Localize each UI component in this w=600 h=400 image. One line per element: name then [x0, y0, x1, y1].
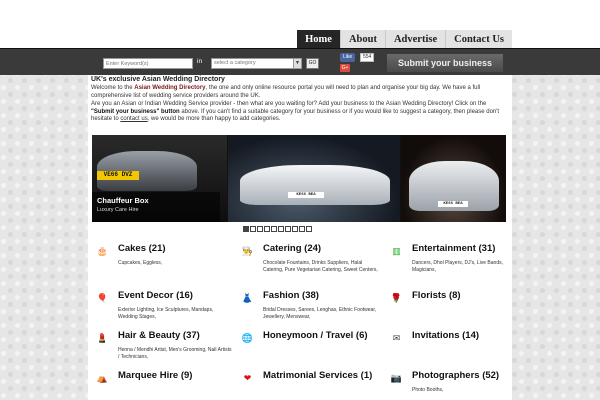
main-nav: Home About Advertise Contact Us [297, 30, 512, 49]
slide-caption-subtitle: Luxury Care Hire [97, 207, 139, 213]
slide-image-right: KE66 BEA [401, 135, 506, 222]
slide-caption-title: Chauffeur Box [97, 196, 149, 205]
marquee-icon: ⛺ [96, 373, 109, 383]
slider-dot[interactable] [292, 226, 298, 232]
facebook-like-count: 554 [360, 53, 375, 62]
subcategory-list[interactable]: Cupcakes, Eggless, [118, 260, 233, 267]
category-link[interactable]: Marquee Hire (9) [118, 370, 243, 382]
license-plate-right: KE66 BEA [438, 201, 468, 207]
slide-image-middle: KE66 BEA [228, 135, 400, 222]
go-button[interactable]: GO [306, 58, 319, 69]
nav-bar-row: Home About Advertise Contact Us [0, 0, 600, 49]
slide-caption: Chauffeur Box Luxury Care Hire [92, 192, 220, 222]
nav-home[interactable]: Home [297, 30, 340, 49]
category-link[interactable]: Fashion (38) [263, 290, 388, 302]
subcategory-list[interactable]: Bridal Dresses, Sarees, Lenghas, Ethnic … [263, 307, 378, 321]
nav-advertise[interactable]: Advertise [384, 30, 446, 49]
category-link[interactable]: Honeymoon / Travel (6) [263, 330, 388, 342]
featured-slider[interactable]: VE66 DVZ KE66 BEA KE66 BEA Chauffeur Box… [92, 135, 506, 222]
page-title: UK's exclusive Asian Wedding Directory [91, 76, 225, 83]
main-content: UK's exclusive Asian Wedding Directory W… [88, 75, 512, 400]
envelope-icon: ✉ [392, 333, 401, 343]
license-plate-middle: KE66 BEA [288, 192, 324, 198]
dress-icon: 👗 [241, 293, 254, 303]
slider-dot[interactable] [250, 226, 256, 232]
subcategory-list[interactable]: Exterior Lighting, Ice Sculptures, Manda… [118, 307, 233, 321]
category-link[interactable]: Catering (24) [263, 243, 388, 255]
contact-us-link[interactable]: contact us [120, 116, 147, 122]
camera-icon: 📷 [390, 373, 403, 383]
facebook-like-button[interactable]: Like [340, 53, 356, 62]
slider-dot[interactable] [299, 226, 305, 232]
slider-dot[interactable] [264, 226, 270, 232]
slider-dot[interactable] [257, 226, 263, 232]
license-plate-left: VE66 DVZ [97, 171, 139, 180]
search-toolbar: in select a category ▼ GO Like 554 G+ Su… [0, 48, 600, 75]
category-select-value: select a category [214, 60, 256, 66]
slider-dot[interactable] [278, 226, 284, 232]
slider-dot[interactable] [243, 226, 249, 232]
category-link[interactable]: Entertainment (31) [412, 243, 537, 255]
in-label: in [197, 58, 203, 65]
keyword-search-input[interactable] [103, 58, 193, 69]
directory-name-highlight: Asian Wedding Directory [134, 85, 206, 91]
facebook-like-label: Like [343, 54, 353, 60]
subcategory-list[interactable]: Photo Booths, [412, 387, 527, 394]
google-plus-button[interactable]: G+ [340, 64, 350, 72]
category-link[interactable]: Photographers (52) [412, 370, 537, 382]
nav-about[interactable]: About [339, 30, 385, 49]
chef-icon: 👨‍🍳 [241, 246, 254, 256]
category-link[interactable]: Invitations (14) [412, 330, 537, 342]
category-link[interactable]: Hair & Beauty (37) [118, 330, 243, 342]
category-link[interactable]: Cakes (21) [118, 243, 243, 255]
submit-business-button[interactable]: Submit your business [387, 54, 503, 72]
rose-icon: 🌹 [390, 293, 403, 303]
subcategory-list[interactable]: Henna / Mendhi Artist, Men's Grooming, N… [118, 347, 233, 361]
category-link[interactable]: Florists (8) [412, 290, 537, 302]
lipstick-icon: 💄 [96, 333, 109, 343]
slider-dot[interactable] [306, 226, 312, 232]
globe-icon: 🌐 [241, 333, 254, 343]
slider-dot[interactable] [285, 226, 291, 232]
car-shape [240, 165, 390, 205]
intro-paragraph-2: Are you an Asian or Indian Wedding Servi… [91, 101, 500, 123]
category-link[interactable]: Event Decor (16) [118, 290, 243, 302]
category-select[interactable]: select a category ▼ [211, 58, 302, 69]
nav-contact-us[interactable]: Contact Us [445, 30, 512, 49]
subcategory-list[interactable]: Chocolate Fountains, Drinks Suppliers, H… [263, 260, 378, 274]
category-link[interactable]: Matrimonial Services (1) [263, 370, 388, 382]
slider-pagination [243, 226, 312, 232]
heart-icon: ❤ [243, 373, 252, 383]
cake-icon: 🎂 [96, 246, 109, 256]
chevron-down-icon: ▼ [293, 59, 301, 68]
subcategory-list[interactable]: Dancers, Dhol Players, DJ's, Live Bands,… [412, 260, 527, 274]
slider-dot[interactable] [271, 226, 277, 232]
equalizer-icon: ▥ [392, 246, 401, 256]
intro-section: UK's exclusive Asian Wedding Directory W… [91, 76, 511, 125]
balloons-icon: 🎈 [96, 293, 109, 303]
intro-paragraph-1: Welcome to the Asian Wedding Directory, … [91, 85, 481, 99]
